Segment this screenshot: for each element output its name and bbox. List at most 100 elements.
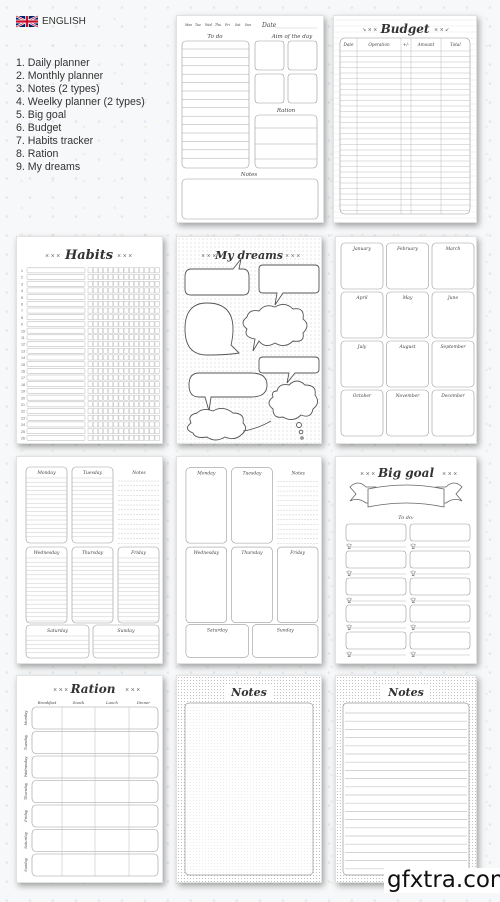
habit-check-box xyxy=(134,401,139,408)
weekly-planner-blank-page: Monday Tuesday Wednesday Thursday Friday Satu… xyxy=(176,456,322,664)
habit-row-number: 3 xyxy=(21,282,23,286)
habit-check-box xyxy=(144,307,150,314)
decor-arrows: ⨯ ⨯ ⨯ xyxy=(45,253,60,259)
habit-check-box xyxy=(92,294,98,300)
habit-check-box xyxy=(144,381,150,387)
habit-check-box xyxy=(154,388,160,394)
habit-check-box xyxy=(87,347,93,354)
habit-check-box xyxy=(154,428,160,434)
habit-check-box xyxy=(123,321,129,327)
habit-check-box xyxy=(128,294,134,300)
habit-check-box xyxy=(98,301,103,307)
monthly-drawing: January February March April May June July Augu… xyxy=(340,242,475,437)
notes-title: Notes xyxy=(230,686,267,699)
decor-arrows: ⨯ ⨯ ⨯ xyxy=(285,253,300,259)
month-label: October xyxy=(353,393,372,399)
habit-check-box xyxy=(87,414,93,421)
habit-check-box xyxy=(123,408,129,414)
day-label: Sunday xyxy=(118,628,135,634)
ration-day-label: Thursday xyxy=(24,782,28,800)
habit-check-box xyxy=(103,327,108,334)
habit-check-box xyxy=(134,361,139,367)
big-goal-page: Big goal ⨯ ⨯ ⨯ ⨯ ⨯ ⨯ To do: 🏆︎ 🏆︎ 🏆︎ 🏆︎ 🏆︎ 🏆︎… xyxy=(335,456,477,664)
habit-check-box xyxy=(128,428,134,434)
habit-check-box xyxy=(87,368,93,374)
habit-check-box xyxy=(144,368,150,374)
habit-row-number: 8 xyxy=(21,316,23,320)
habit-check-box xyxy=(98,401,103,408)
trophy-icon: 🏆︎ xyxy=(346,624,352,631)
contents-item: 8. Ration xyxy=(16,148,59,160)
habit-check-box xyxy=(154,274,160,280)
habit-check-box xyxy=(154,368,160,374)
habit-check-box xyxy=(87,321,93,327)
notes-box xyxy=(181,178,319,220)
habit-check-box xyxy=(134,428,139,434)
habit-check-box xyxy=(139,435,145,441)
weekday-label: Wed xyxy=(205,23,212,27)
month-label: May xyxy=(402,295,413,301)
day-box xyxy=(231,467,273,544)
habit-check-box xyxy=(92,281,98,287)
contents-item: 9. My dreams xyxy=(16,161,81,173)
habit-check-box xyxy=(87,428,93,434)
goal-box xyxy=(345,577,407,596)
ration-day-label: Sunday xyxy=(24,857,28,872)
habit-row-number: 24 xyxy=(21,423,25,427)
habit-check-box xyxy=(154,307,160,314)
habit-check-box xyxy=(113,307,119,314)
habit-check-box xyxy=(154,281,160,287)
budget-column-header: Total xyxy=(450,42,461,47)
ration-day-label: Friday xyxy=(24,809,28,823)
habit-check-box xyxy=(108,374,114,381)
meal-label: Dinner xyxy=(136,700,150,705)
habit-check-box xyxy=(123,267,129,274)
habit-check-box xyxy=(118,294,124,300)
habit-check-box xyxy=(118,321,124,327)
habit-name-box xyxy=(26,374,86,381)
habit-check-box xyxy=(118,274,124,280)
notes-lined-drawing: Notes xyxy=(336,676,476,882)
day-box xyxy=(231,546,273,623)
day-label: Tuesday xyxy=(243,471,262,477)
watermark: gfxtra.com xyxy=(384,868,500,893)
habit-row-number: 17 xyxy=(21,376,25,380)
habit-check-box xyxy=(113,347,119,354)
habit-name-box xyxy=(26,287,86,294)
habit-check-box xyxy=(113,281,119,287)
habit-check-box xyxy=(123,341,129,347)
habit-check-box xyxy=(113,435,119,441)
habit-check-box xyxy=(123,421,129,428)
habit-check-box xyxy=(144,294,150,300)
habit-check-box xyxy=(108,361,114,367)
habit-check-box xyxy=(118,314,124,320)
habit-check-box xyxy=(139,314,145,320)
habit-row-number: 18 xyxy=(21,383,25,387)
habit-check-box xyxy=(144,341,150,347)
habit-check-box xyxy=(118,428,124,434)
ration-title: Ration xyxy=(70,682,116,696)
habit-check-box xyxy=(134,368,139,374)
habit-check-box xyxy=(108,347,114,354)
habit-check-box xyxy=(113,361,119,367)
habit-name-box xyxy=(26,381,86,388)
habit-check-box xyxy=(87,435,93,441)
trophy-icon: 🏆︎ xyxy=(410,651,416,658)
habit-check-box xyxy=(103,307,108,314)
habit-check-box xyxy=(118,347,124,354)
habit-check-box xyxy=(128,374,134,381)
habit-check-box xyxy=(139,321,145,327)
habit-check-box xyxy=(139,428,145,434)
habit-check-box xyxy=(149,421,155,428)
habit-row-number: 22 xyxy=(21,410,25,414)
budget-column-header: Operation xyxy=(368,42,390,47)
habit-row-number: 26 xyxy=(21,437,25,441)
decor-arrows: ⨯ ⨯ ⨯ xyxy=(117,253,132,259)
habit-check-box xyxy=(103,301,108,307)
habit-check-box xyxy=(128,281,134,287)
habit-check-box xyxy=(98,435,103,441)
notes-lined-page: Notes xyxy=(335,675,477,883)
habit-check-box xyxy=(103,381,108,387)
habit-check-box xyxy=(118,394,124,401)
habit-check-box xyxy=(149,347,155,354)
